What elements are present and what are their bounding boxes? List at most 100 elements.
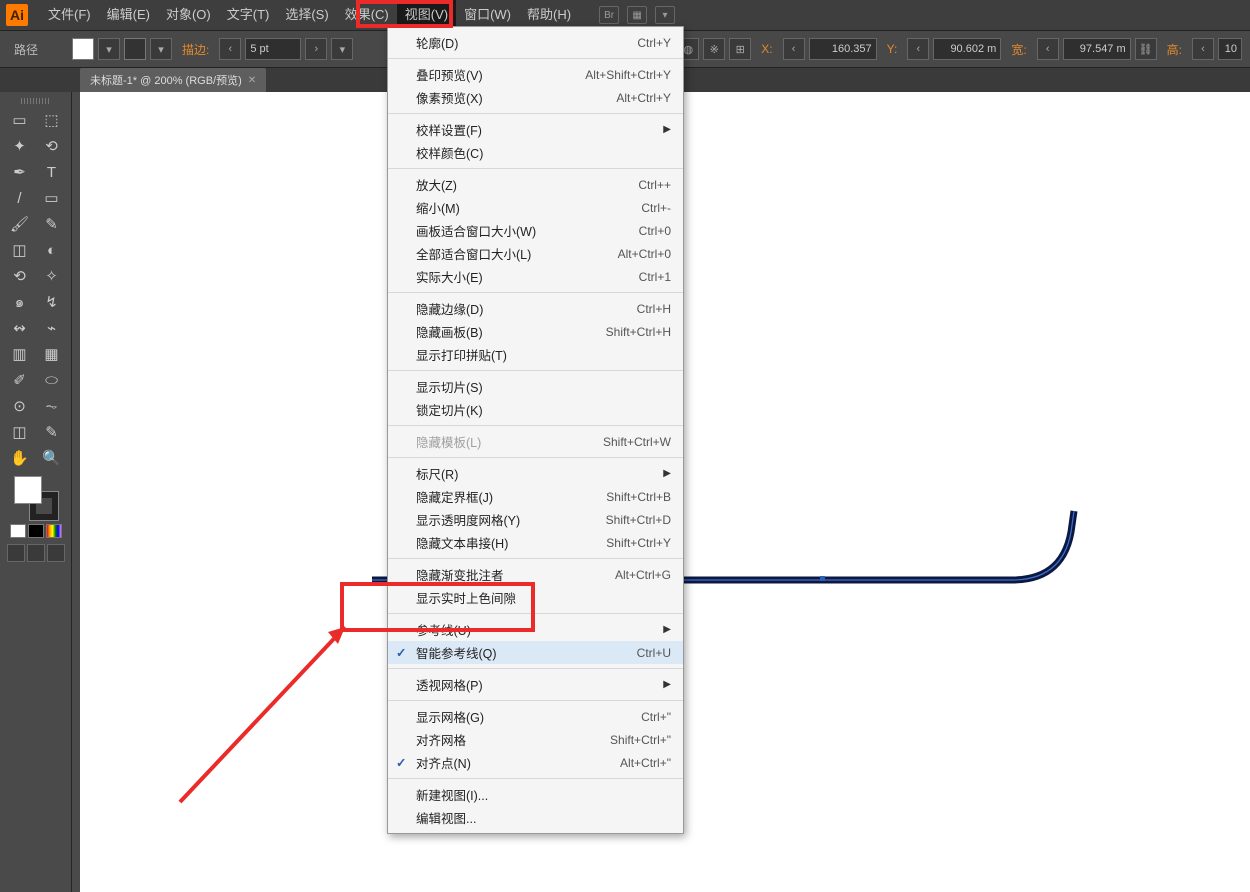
anchor-point[interactable] — [820, 576, 825, 581]
bridge-icon[interactable]: Br — [599, 6, 619, 24]
y-label: Y: — [887, 42, 898, 56]
menu-对象O[interactable]: 对象(O) — [158, 0, 219, 30]
menu-item[interactable]: ✓对齐点(N)Alt+Ctrl+" — [388, 751, 683, 774]
menu-item[interactable]: 显示实时上色间隙 — [388, 586, 683, 609]
menu-item[interactable]: 轮廓(D)Ctrl+Y — [388, 31, 683, 54]
tool[interactable]: ◐ — [37, 238, 67, 262]
menu-文字T[interactable]: 文字(T) — [219, 0, 278, 30]
document-tab[interactable]: 未标题-1* @ 200% (RGB/预览) ✕ — [80, 68, 266, 92]
menu-item[interactable]: 标尺(R)▶ — [388, 462, 683, 485]
link-wh-icon[interactable]: ⛓ — [1135, 38, 1157, 60]
tool[interactable]: ✐ — [5, 368, 35, 392]
vsp[interactable]: ▾ — [331, 38, 353, 60]
stroke-dec[interactable]: ‹ — [219, 38, 241, 60]
tool[interactable]: ๑ — [5, 290, 35, 314]
menu-item-label: 显示实时上色间隙 — [416, 588, 671, 607]
tool[interactable]: ✒ — [5, 160, 35, 184]
toolbox-handle[interactable] — [21, 98, 51, 104]
h-dec[interactable]: ‹ — [1192, 38, 1214, 60]
menu-item[interactable]: 透视网格(P)▶ — [388, 673, 683, 696]
stroke-weight[interactable]: 5 pt — [245, 38, 301, 60]
menu-item[interactable]: 校样设置(F)▶ — [388, 118, 683, 141]
menu-item[interactable]: 叠印预览(V)Alt+Shift+Ctrl+Y — [388, 63, 683, 86]
tool[interactable]: ▭ — [5, 108, 35, 132]
menu-item[interactable]: 全部适合窗口大小(L)Alt+Ctrl+0 — [388, 242, 683, 265]
tool[interactable]: ⬭ — [37, 368, 67, 392]
screenmode-full[interactable] — [27, 544, 45, 562]
menu-item[interactable]: 编辑视图... — [388, 806, 683, 829]
menu-item[interactable]: 校样颜色(C) — [388, 141, 683, 164]
tool[interactable]: ⟲ — [37, 134, 67, 158]
tool[interactable]: ▥ — [5, 342, 35, 366]
menu-item[interactable]: 隐藏画板(B)Shift+Ctrl+H — [388, 320, 683, 343]
tool[interactable]: ↭ — [5, 316, 35, 340]
menu-item[interactable]: 锁定切片(K) — [388, 398, 683, 421]
menu-item[interactable]: 显示网格(G)Ctrl+" — [388, 705, 683, 728]
menu-item-label: 显示透明度网格(Y) — [416, 510, 606, 529]
x-value[interactable]: 160.357 — [809, 38, 877, 60]
tool[interactable]: ⏦ — [37, 394, 67, 418]
tool[interactable]: ◫ — [5, 238, 35, 262]
screenmode-normal[interactable] — [7, 544, 25, 562]
menu-item[interactable]: 显示打印拼贴(T) — [388, 343, 683, 366]
arrange-dd-icon[interactable]: ▾ — [655, 6, 675, 24]
tool[interactable]: ⟲ — [5, 264, 35, 288]
stroke-swatch[interactable] — [124, 38, 146, 60]
menu-item[interactable]: 对齐网格Shift+Ctrl+" — [388, 728, 683, 751]
swatch-spectrum[interactable] — [46, 524, 62, 538]
menu-编辑E[interactable]: 编辑(E) — [99, 0, 158, 30]
y-dec[interactable]: ‹ — [907, 38, 929, 60]
menu-item[interactable]: 实际大小(E)Ctrl+1 — [388, 265, 683, 288]
menu-item[interactable]: 画板适合窗口大小(W)Ctrl+0 — [388, 219, 683, 242]
menu-item[interactable]: 显示切片(S) — [388, 375, 683, 398]
menu-item[interactable]: 参考线(U)▶ — [388, 618, 683, 641]
fill-color-icon[interactable] — [14, 476, 42, 504]
grid-dd[interactable]: ※ — [703, 38, 725, 60]
tool[interactable]: ↯ — [37, 290, 67, 314]
close-tab-icon[interactable]: ✕ — [248, 75, 256, 86]
menu-item[interactable]: 隐藏文本串接(H)Shift+Ctrl+Y — [388, 531, 683, 554]
tool[interactable]: ✎ — [37, 212, 67, 236]
fill-swatch[interactable] — [72, 38, 94, 60]
menu-item[interactable]: 像素预览(X)Alt+Ctrl+Y — [388, 86, 683, 109]
stroke-inc[interactable]: › — [305, 38, 327, 60]
fill-stroke-control[interactable] — [14, 476, 58, 520]
menu-item[interactable]: 新建视图(I)... — [388, 783, 683, 806]
tool[interactable]: ✧ — [37, 264, 67, 288]
menu-item[interactable]: 放大(Z)Ctrl++ — [388, 173, 683, 196]
swatch-white[interactable] — [10, 524, 26, 538]
arrange-icon[interactable]: ▦ — [627, 6, 647, 24]
fill-dd[interactable]: ▾ — [98, 38, 120, 60]
menu-item[interactable]: 隐藏渐变批注者Alt+Ctrl+G — [388, 563, 683, 586]
tool[interactable]: 🔍 — [37, 446, 67, 470]
h-value[interactable]: 10 — [1218, 38, 1242, 60]
w-value[interactable]: 97.547 m — [1063, 38, 1131, 60]
tool[interactable]: ✦ — [5, 134, 35, 158]
menu-item-label: 叠印预览(V) — [416, 65, 585, 84]
screenmode-present[interactable] — [47, 544, 65, 562]
stroke-dd[interactable]: ▾ — [150, 38, 172, 60]
tool[interactable]: T — [37, 160, 67, 184]
tool[interactable]: ◫ — [5, 420, 35, 444]
tool[interactable]: ▭ — [37, 186, 67, 210]
menu-item[interactable]: 缩小(M)Ctrl+- — [388, 196, 683, 219]
menu-文件F[interactable]: 文件(F) — [40, 0, 99, 30]
w-dec[interactable]: ‹ — [1037, 38, 1059, 60]
tool[interactable]: ⌁ — [37, 316, 67, 340]
tool[interactable]: ✎ — [37, 420, 67, 444]
tool[interactable]: 🖌 — [5, 212, 35, 236]
menu-item[interactable]: 隐藏定界框(J)Shift+Ctrl+B — [388, 485, 683, 508]
menu-item[interactable]: 隐藏边缘(D)Ctrl+H — [388, 297, 683, 320]
y-value[interactable]: 90.602 m — [933, 38, 1001, 60]
x-dec[interactable]: ‹ — [783, 38, 805, 60]
swatch-black[interactable] — [28, 524, 44, 538]
menu-item[interactable]: ✓智能参考线(Q)Ctrl+U — [388, 641, 683, 664]
transform-icon[interactable]: ⊞ — [729, 38, 751, 60]
tool[interactable]: ✋ — [5, 446, 35, 470]
tool[interactable]: ⬚ — [37, 108, 67, 132]
menu-item[interactable]: 显示透明度网格(Y)Shift+Ctrl+D — [388, 508, 683, 531]
tool[interactable]: ⊙ — [5, 394, 35, 418]
tool[interactable]: ▦ — [37, 342, 67, 366]
menu-选择S[interactable]: 选择(S) — [277, 0, 336, 30]
tool[interactable]: / — [5, 186, 35, 210]
